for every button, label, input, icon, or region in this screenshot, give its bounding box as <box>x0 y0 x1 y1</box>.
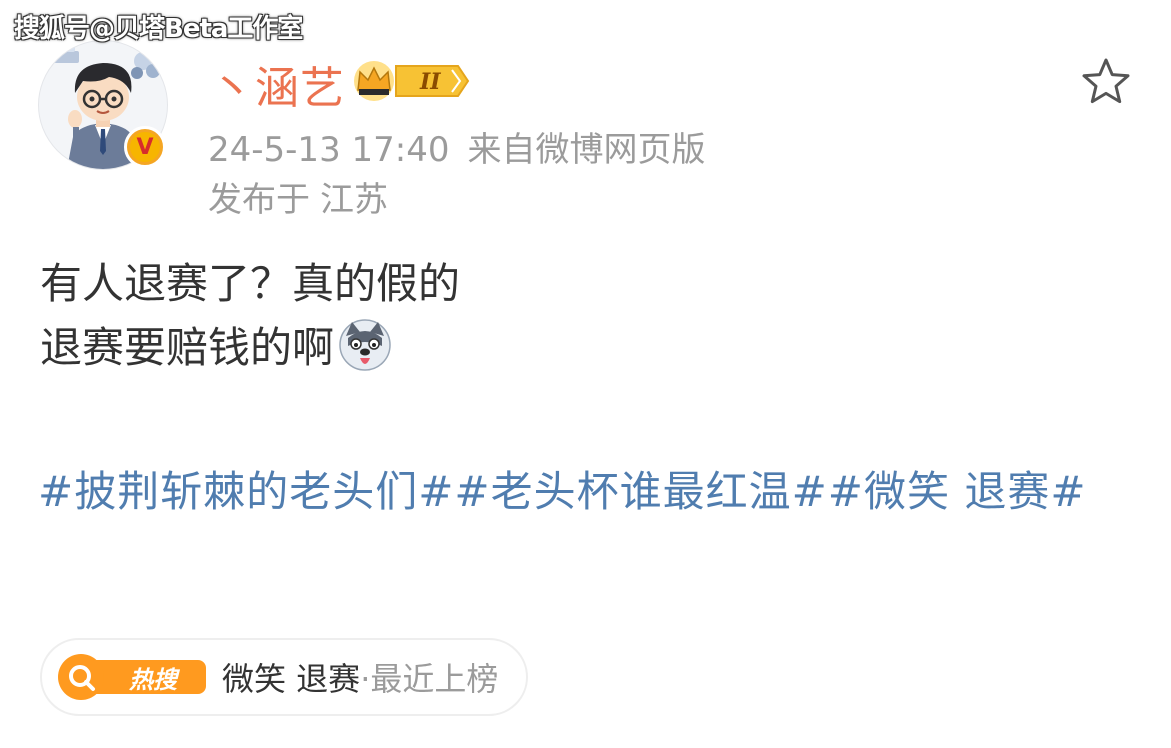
vip-crown-badge: II <box>354 61 470 101</box>
hot-search-status: ·最近上榜 <box>360 660 499 698</box>
username[interactable]: 丶涵艺 <box>210 52 345 116</box>
post-location-line: 发布于 江苏 <box>208 172 388 221</box>
doge-emoji-icon <box>339 318 391 371</box>
verified-v-icon: V <box>130 132 160 162</box>
search-q-icon <box>58 654 104 700</box>
hot-search-text: 微笑 退赛·最近上榜 <box>222 654 498 700</box>
published-label: 发布于 <box>208 180 310 220</box>
content-line-1: 有人退赛了？真的假的 <box>40 259 461 308</box>
content-line-2: 退赛要赔钱的啊 <box>40 316 1140 380</box>
post-meta-line: 24-5-13 17:40 来自微博网页版 <box>208 122 706 171</box>
topic-list: #披荆斩棘的老头们##老头杯谁最红温##微笑 退赛# <box>38 458 1148 526</box>
verified-badge: V <box>124 126 166 168</box>
topic-link[interactable]: #微笑 退赛# <box>828 467 1087 516</box>
post-location: 江苏 <box>320 180 388 220</box>
star-outline-icon[interactable] <box>1080 56 1132 108</box>
content-line-2-text: 退赛要赔钱的啊 <box>40 323 335 372</box>
hot-search-logo: 热搜 <box>58 653 210 701</box>
vip-level-text: II <box>419 69 441 95</box>
post-time: 24-5-13 17:40 <box>208 130 450 170</box>
post-content: 有人退赛了？真的假的 退赛要赔钱的啊 <box>40 252 1140 380</box>
hot-search-chip[interactable]: 热搜 微笑 退赛·最近上榜 <box>40 638 528 716</box>
topic-link[interactable]: #披荆斩棘的老头们# <box>38 467 454 516</box>
hot-search-badge: 热搜 <box>88 660 206 694</box>
crown-icon <box>354 61 394 101</box>
post-source[interactable]: 来自微博网页版 <box>468 130 706 170</box>
hot-search-keyword: 微笑 退赛 <box>222 660 361 698</box>
topic-link[interactable]: #老头杯谁最红温# <box>454 467 827 516</box>
watermark: 搜狐号@贝塔Beta工作室 <box>14 14 303 44</box>
